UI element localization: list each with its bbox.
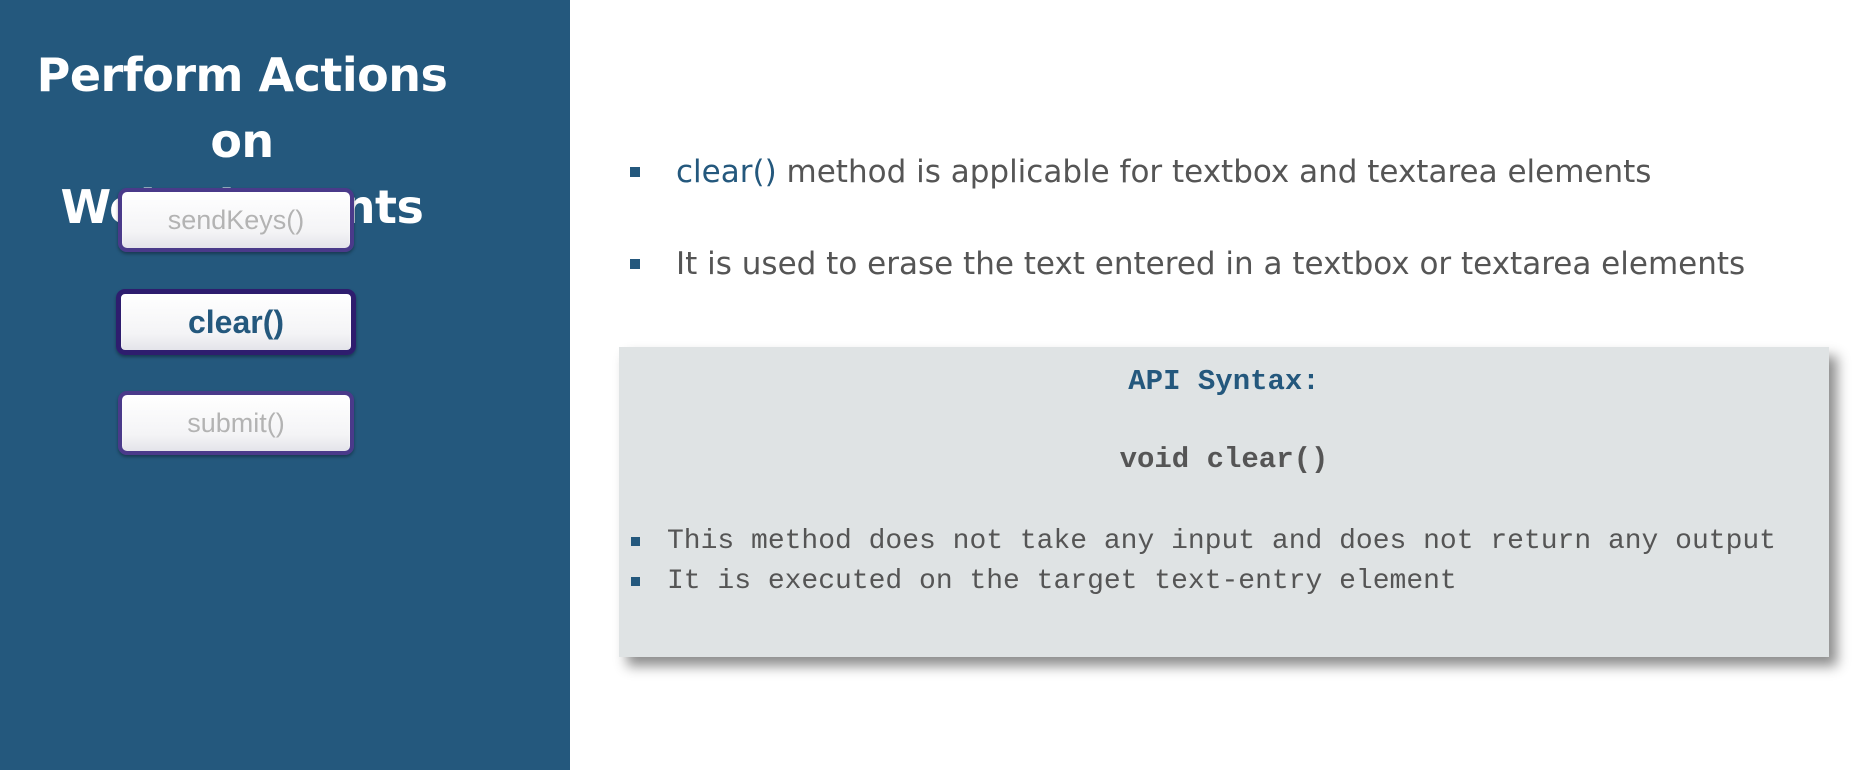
api-syntax-box: API Syntax: void clear() This method doe… [619, 347, 1829, 657]
clear-button[interactable]: clear() [116, 289, 356, 355]
sendkeys-button-label: sendKeys() [167, 204, 305, 235]
method-name-highlight: clear() [676, 154, 777, 190]
slide: Perform Actions on Web Elements sendKeys… [0, 0, 1866, 770]
square-bullet-icon [630, 167, 640, 177]
syntax-point-text: This method does not take any input and … [667, 526, 1776, 557]
submit-button-label: submit() [187, 407, 285, 438]
left-panel: Perform Actions on Web Elements sendKeys… [0, 0, 570, 770]
bullet-text: clear() method is applicable for textbox… [676, 154, 1651, 190]
square-bullet-icon [630, 259, 640, 269]
syntax-point: This method does not take any input and … [631, 522, 1811, 562]
syntax-points-list: This method does not take any input and … [631, 522, 1811, 602]
syntax-point-text: It is executed on the target text-entry … [667, 566, 1457, 597]
bullet-text-body: method is applicable for textbox and tex… [776, 154, 1652, 190]
content-bullet: clear() method is applicable for textbox… [630, 154, 1651, 190]
square-bullet-icon [631, 537, 640, 546]
slide-title-line-1: Perform Actions on [36, 48, 448, 168]
method-signature: void clear() [1119, 443, 1329, 476]
clear-button-label: clear() [187, 303, 285, 340]
submit-button[interactable]: submit() [118, 391, 354, 455]
sendkeys-button[interactable]: sendKeys() [118, 188, 354, 252]
api-syntax-heading: API Syntax: [1128, 365, 1320, 398]
bullet-text-body: It is used to erase the text entered in … [676, 246, 1746, 282]
syntax-point: It is executed on the target text-entry … [631, 562, 1811, 602]
content-bullet: It is used to erase the text entered in … [630, 246, 1745, 282]
square-bullet-icon [631, 577, 640, 586]
